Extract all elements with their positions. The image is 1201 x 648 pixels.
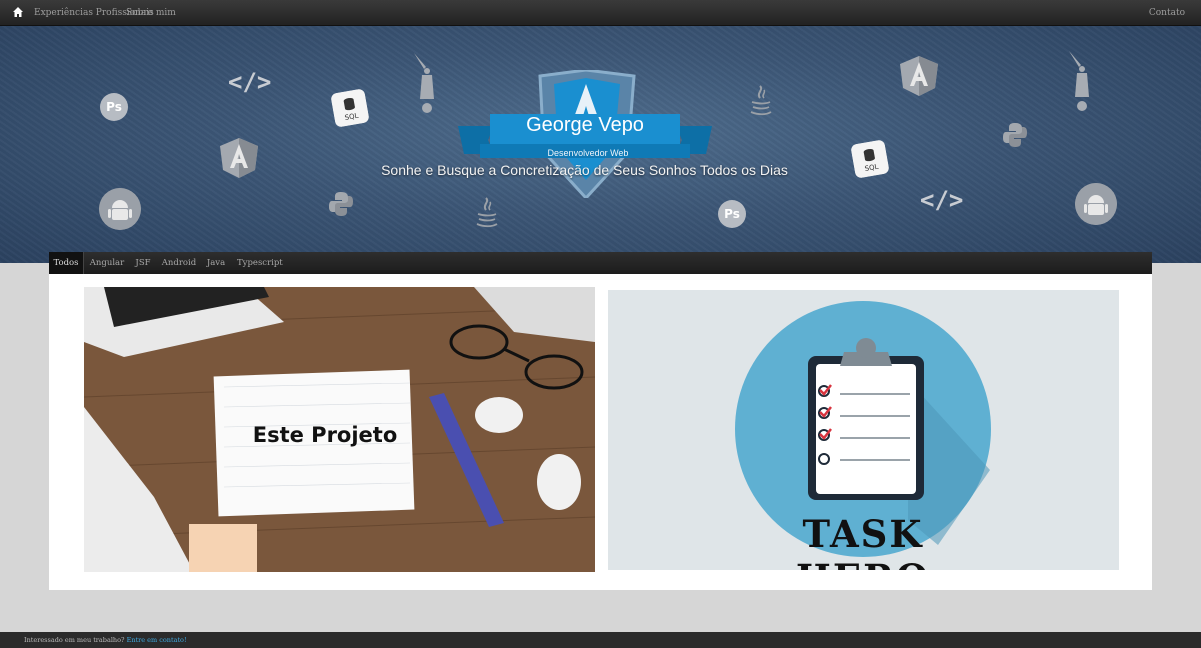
nav-link-contato[interactable]: Contato bbox=[1149, 8, 1185, 18]
hero-role: Desenvolvedor Web bbox=[547, 148, 629, 158]
footer: Interessado em meu trabalho? Entre em co… bbox=[0, 632, 1201, 648]
top-navbar: Experiências Profissionais Sobre mim Con… bbox=[0, 0, 1201, 26]
contact-link[interactable]: Entre em contato! bbox=[127, 636, 187, 644]
code-icon: </> bbox=[920, 186, 964, 214]
project-card-este-projeto[interactable]: Este Projeto bbox=[84, 287, 595, 572]
nav-link-sobre-mim[interactable]: Sobre mim bbox=[126, 8, 176, 18]
hero-motto: Sonhe e Busque a Concretização de Seus S… bbox=[381, 162, 788, 178]
statue-icon bbox=[1069, 51, 1089, 111]
home-icon[interactable] bbox=[12, 6, 24, 18]
filter-tabs: Todos Angular JSF Android Java Typescrip… bbox=[49, 252, 1152, 274]
project-caption: Este Projeto bbox=[252, 423, 398, 447]
python-icon bbox=[329, 192, 353, 216]
photoshop-icon: Ps bbox=[100, 93, 128, 121]
android-icon bbox=[1075, 183, 1117, 225]
filter-tab-jsf[interactable]: JSF bbox=[131, 252, 155, 274]
hero-banner: Ps Ps </> </> SQL SQL George Vepo Desenv… bbox=[0, 26, 1201, 263]
android-icon bbox=[99, 188, 141, 230]
code-icon: </> bbox=[228, 68, 272, 96]
filter-tab-java[interactable]: Java bbox=[204, 252, 228, 274]
filter-tab-todos[interactable]: Todos bbox=[49, 252, 84, 274]
footer-question: Interessado em meu trabalho? bbox=[24, 636, 125, 644]
project-card-task-hero[interactable]: TASK HERO bbox=[608, 290, 1119, 570]
java-icon bbox=[750, 85, 772, 116]
filter-tab-android[interactable]: Android bbox=[161, 252, 197, 274]
sql-icon: SQL bbox=[330, 88, 370, 128]
angular-icon bbox=[220, 138, 258, 178]
angular-icon bbox=[900, 56, 938, 96]
filter-tab-angular[interactable]: Angular bbox=[86, 252, 128, 274]
footer-text: Interessado em meu trabalho? Entre em co… bbox=[24, 636, 187, 644]
filter-tab-typescript[interactable]: Typescript bbox=[237, 252, 283, 274]
photoshop-icon: Ps bbox=[718, 200, 746, 228]
java-icon bbox=[476, 197, 498, 228]
hero-name: George Vepo bbox=[526, 114, 644, 136]
statue-icon bbox=[414, 53, 434, 113]
python-icon bbox=[1003, 123, 1027, 147]
project-caption: TASK HERO bbox=[796, 512, 928, 570]
